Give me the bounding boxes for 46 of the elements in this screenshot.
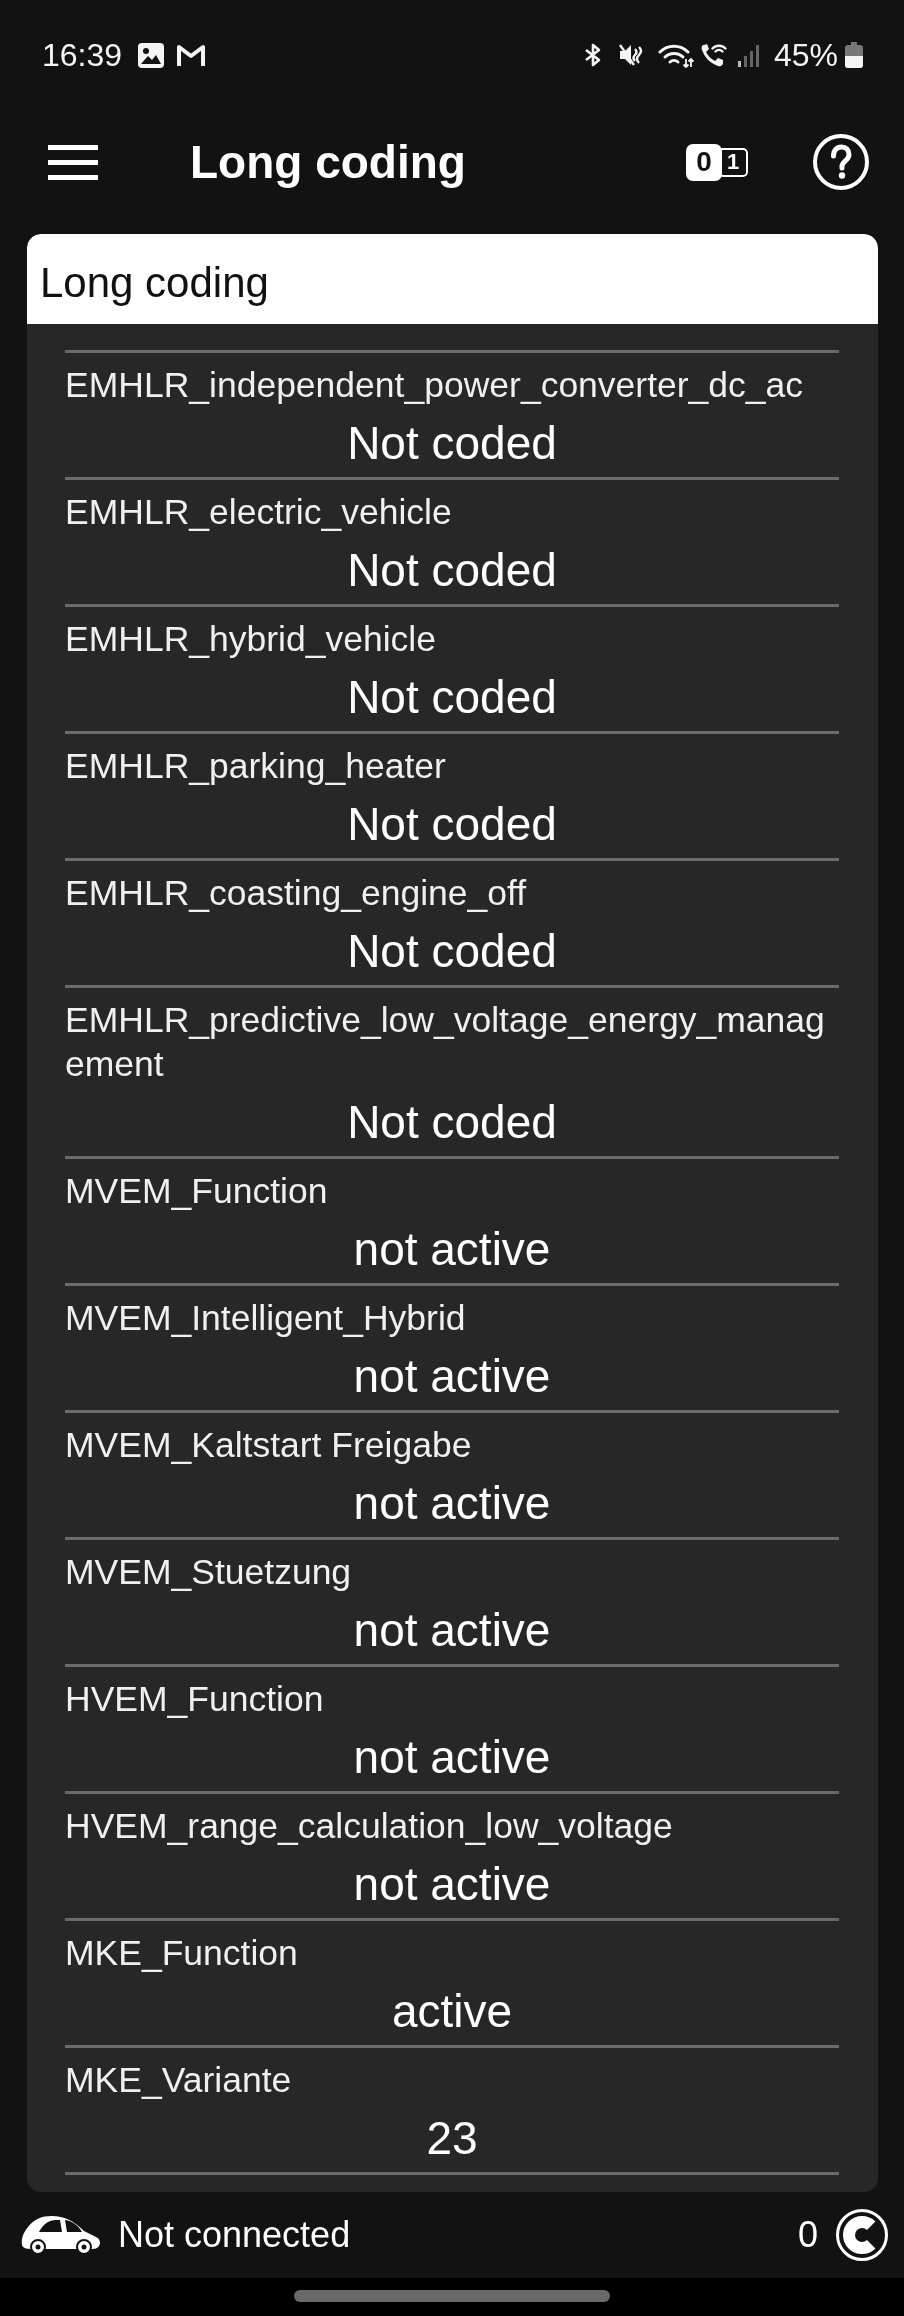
status-time: 16:39 (42, 37, 123, 73)
mail-icon (176, 43, 207, 67)
setting-label: EMHLR_independent_power_converter_dc_ac (65, 364, 804, 407)
setting-value[interactable]: Not coded (347, 413, 557, 473)
setting-value[interactable]: not active (353, 1854, 551, 1914)
setting-value[interactable]: not active (353, 1219, 551, 1279)
app-title: Long coding (190, 135, 466, 190)
help-button[interactable] (813, 134, 869, 190)
setting-label: HVEM_range_calculation_low_voltage (65, 1805, 673, 1848)
mute-icon (617, 43, 644, 67)
setting-label: MVEM_Stuetzung (65, 1551, 352, 1594)
setting-label: EMHLR_predictive_low_voltage_energy_management (65, 999, 826, 1086)
section-title: Long coding (40, 258, 269, 308)
menu-button[interactable] (48, 144, 98, 180)
setting-value[interactable]: Not coded (347, 794, 557, 854)
image-icon (138, 42, 165, 68)
circle-logo-icon[interactable] (836, 2209, 888, 2261)
setting-label: MVEM_Function (65, 1170, 328, 1213)
setting-label: MVEM_Kaltstart Freigabe (65, 1424, 472, 1467)
menu-icon (48, 144, 98, 180)
battery-percent: 45% (773, 37, 838, 73)
setting-value[interactable]: 23 (426, 2108, 478, 2168)
setting-label: EMHLR_hybrid_vehicle (65, 618, 436, 661)
car-icon (20, 2215, 101, 2255)
battery-icon (845, 42, 863, 68)
signal-icon (736, 43, 761, 67)
count-label: 0 (797, 2214, 818, 2256)
help-icon (813, 134, 869, 190)
setting-label: MKE_Function (65, 1932, 298, 1975)
setting-label: MKE_Variante (65, 2059, 292, 2102)
setting-value[interactable]: not active (353, 1600, 551, 1660)
setting-value[interactable]: not active (353, 1727, 551, 1787)
setting-value[interactable]: Not coded (347, 1092, 557, 1152)
setting-label: EMHLR_electric_vehicle (65, 491, 452, 534)
connection-status: Not connected (118, 2214, 351, 2256)
setting-label: HVEM_Function (65, 1678, 324, 1721)
setting-value[interactable]: Not coded (347, 540, 557, 600)
setting-value[interactable]: not active (353, 1473, 551, 1533)
wifi-icon (657, 42, 694, 68)
setting-label: EMHLR_coasting_engine_off (65, 872, 527, 915)
setting-label: EMHLR_parking_heater (65, 745, 446, 788)
setting-value[interactable]: Not coded (347, 667, 557, 727)
setting-value[interactable]: active (391, 1981, 513, 2041)
setting-value[interactable]: Not coded (347, 921, 557, 981)
setting-label: MVEM_Intelligent_Hybrid (65, 1297, 466, 1340)
setting-value[interactable]: not active (353, 1346, 551, 1406)
